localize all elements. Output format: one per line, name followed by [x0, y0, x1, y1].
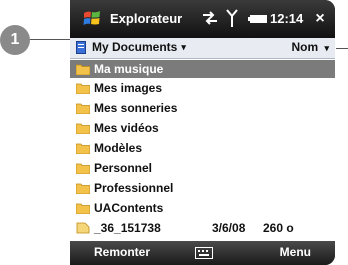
item-name: Modèles — [94, 141, 143, 155]
app-title: Explorateur — [110, 11, 183, 26]
close-button[interactable]: × — [311, 10, 329, 28]
windows-start-icon[interactable] — [83, 10, 101, 26]
chevron-down-icon: ▾ — [324, 43, 329, 53]
list-item[interactable]: Personnel — [70, 159, 335, 177]
keyboard-icon[interactable] — [195, 247, 213, 259]
item-name: Mes vidéos — [94, 121, 159, 135]
list-item[interactable]: Mes images — [70, 79, 335, 97]
folder-icon — [76, 203, 90, 214]
item-name: Mes images — [94, 81, 163, 95]
softkey-right-button[interactable]: Menu — [280, 245, 311, 259]
callout-number-1: 1 — [0, 25, 30, 55]
callout-leader-line-right — [336, 48, 348, 49]
folder-icon — [76, 83, 90, 94]
list-item[interactable]: Mes vidéos — [70, 119, 335, 137]
folder-dropdown[interactable]: My Documents ▾ — [76, 40, 186, 54]
softkey-left-button[interactable]: Remonter — [94, 245, 150, 259]
sort-dropdown[interactable]: Nom ▾ — [291, 40, 329, 54]
signal-icon[interactable] — [226, 8, 238, 28]
item-name: Mes sonneries — [94, 101, 178, 115]
item-name: Professionnel — [94, 181, 174, 195]
list-item[interactable]: _36_151738 3/6/08 260 o — [70, 219, 335, 237]
battery-icon[interactable] — [248, 14, 268, 24]
item-date: 3/6/08 — [212, 221, 246, 235]
clock[interactable]: 12:14 — [270, 11, 303, 26]
item-size: 260 o — [263, 221, 294, 235]
connectivity-icon[interactable] — [202, 11, 218, 25]
title-bar: Explorateur 12:14 × — [70, 0, 335, 38]
softkey-bar: Remonter Menu — [70, 241, 335, 265]
list-item[interactable]: Mes sonneries — [70, 99, 335, 117]
folder-icon — [76, 123, 90, 134]
list-item[interactable]: Ma musique — [70, 60, 335, 78]
folder-icon — [76, 163, 90, 174]
file-list: Ma musique Mes images Mes sonneries Mes … — [70, 59, 335, 241]
device-screen: Explorateur 12:14 × My Documents ▾ Nom ▾ — [70, 0, 335, 265]
list-item[interactable]: UAContents — [70, 199, 335, 217]
folder-dropdown-label: My Documents — [92, 40, 178, 54]
sort-dropdown-label: Nom — [291, 40, 319, 54]
documents-icon — [76, 40, 86, 54]
item-name: _36_151738 — [94, 221, 161, 235]
folder-icon — [76, 103, 90, 114]
folder-icon — [76, 64, 90, 75]
folder-icon — [76, 143, 90, 154]
item-name: UAContents — [94, 201, 164, 215]
item-name: Personnel — [94, 161, 153, 175]
item-name: Ma musique — [94, 62, 164, 76]
list-item[interactable]: Professionnel — [70, 179, 335, 197]
folder-icon — [76, 183, 90, 194]
chevron-down-icon: ▾ — [181, 41, 186, 52]
list-item[interactable]: Modèles — [70, 139, 335, 157]
folder-bar: My Documents ▾ Nom ▾ — [70, 38, 335, 59]
file-icon — [76, 222, 90, 234]
